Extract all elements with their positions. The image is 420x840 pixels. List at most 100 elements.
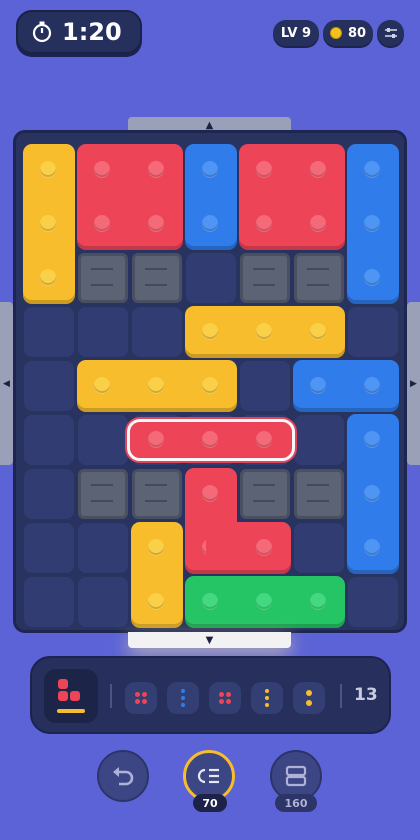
wall-tile bbox=[294, 253, 344, 303]
block-stud bbox=[364, 269, 380, 285]
block-stud bbox=[310, 215, 326, 231]
board-cell bbox=[186, 253, 236, 303]
block-stud bbox=[94, 161, 110, 177]
sort-cost: 70 bbox=[202, 796, 218, 810]
board-cell bbox=[24, 361, 74, 411]
board-cell bbox=[240, 361, 290, 411]
board-cell bbox=[24, 469, 74, 519]
blue-vertical-block-3[interactable] bbox=[347, 414, 399, 574]
layout-cost: 160 bbox=[284, 796, 308, 810]
level-label: LV 9 bbox=[280, 25, 312, 41]
board-cell bbox=[24, 307, 74, 357]
block-stud bbox=[364, 485, 380, 501]
block-stud bbox=[256, 323, 272, 339]
block-stud bbox=[202, 323, 218, 339]
level-badge: LV 9 bbox=[273, 20, 319, 46]
game-board bbox=[13, 130, 407, 633]
block-stud bbox=[202, 431, 218, 447]
block-stud bbox=[310, 377, 326, 393]
coin-value: 80 bbox=[347, 25, 367, 41]
red-square-block-1[interactable] bbox=[77, 144, 183, 250]
board-cell bbox=[78, 307, 128, 357]
block-stud bbox=[202, 161, 218, 177]
settings-sliders-icon bbox=[384, 28, 397, 38]
arrow-right-icon: ▶ bbox=[410, 378, 417, 389]
wall-tile bbox=[240, 253, 290, 303]
layout-cost-badge: 160 bbox=[275, 794, 317, 812]
block-stud bbox=[256, 431, 272, 447]
red-l-block-foot[interactable] bbox=[206, 522, 291, 574]
board-cell bbox=[132, 307, 182, 357]
block-stud bbox=[364, 161, 380, 177]
block-stud bbox=[364, 215, 380, 231]
block-stud bbox=[364, 539, 380, 555]
block-stud bbox=[256, 593, 272, 609]
block-stud bbox=[202, 377, 218, 393]
block-stud bbox=[256, 161, 272, 177]
queue-slot-red bbox=[125, 682, 157, 714]
red-square-block-2[interactable] bbox=[239, 144, 345, 250]
timer: 1:20 bbox=[16, 10, 142, 54]
block-stud bbox=[148, 161, 164, 177]
block-stud bbox=[148, 593, 164, 609]
wall-tile bbox=[78, 253, 128, 303]
arrow-left-icon: ◀ bbox=[3, 378, 10, 389]
block-stud bbox=[364, 377, 380, 393]
block-stud bbox=[256, 539, 272, 555]
block-stud bbox=[364, 431, 380, 447]
undo-button[interactable] bbox=[97, 750, 149, 802]
green-horizontal-block[interactable] bbox=[185, 576, 345, 628]
queue-divider bbox=[110, 684, 112, 708]
board-cell bbox=[348, 307, 398, 357]
sort-list-icon bbox=[197, 768, 219, 784]
block-stud bbox=[148, 431, 164, 447]
stopwatch-icon bbox=[32, 21, 52, 43]
board-cell bbox=[348, 577, 398, 627]
wall-tile bbox=[240, 469, 290, 519]
queue-remaining-count: 13 bbox=[354, 685, 378, 705]
block-stud bbox=[148, 377, 164, 393]
block-stud bbox=[256, 215, 272, 231]
red-horizontal-block-selected[interactable] bbox=[127, 419, 295, 461]
arrow-up-icon: ▲ bbox=[205, 119, 214, 131]
block-stud bbox=[94, 215, 110, 231]
board-cell bbox=[78, 523, 128, 573]
board-cell bbox=[24, 577, 74, 627]
block-stud bbox=[202, 593, 218, 609]
current-piece-slot bbox=[44, 669, 98, 723]
arrow-down-icon: ▼ bbox=[205, 634, 214, 646]
block-stud bbox=[148, 539, 164, 555]
coin-counter[interactable]: 80 bbox=[323, 20, 373, 46]
wall-tile bbox=[132, 253, 182, 303]
undo-icon bbox=[113, 767, 134, 786]
yellow-horizontal-block-2[interactable] bbox=[77, 360, 237, 412]
block-stud bbox=[40, 269, 56, 285]
yellow-horizontal-block-1[interactable] bbox=[185, 306, 345, 358]
block-stud bbox=[310, 323, 326, 339]
blue-vertical-block-1[interactable] bbox=[185, 144, 237, 250]
blue-horizontal-block[interactable] bbox=[293, 360, 399, 412]
exit-gate-right: ▶ bbox=[407, 302, 420, 465]
yellow-vertical-block-1[interactable] bbox=[23, 144, 75, 304]
queue-slot-blue bbox=[167, 682, 199, 714]
block-stud bbox=[40, 161, 56, 177]
board-cell bbox=[294, 415, 344, 465]
queue-slot-red-2 bbox=[209, 682, 241, 714]
block-stud bbox=[40, 215, 56, 231]
wall-tile bbox=[294, 469, 344, 519]
queue-slot-yellow bbox=[251, 682, 283, 714]
block-stud bbox=[148, 215, 164, 231]
board-cell bbox=[294, 523, 344, 573]
board-cell bbox=[78, 415, 128, 465]
board-cell bbox=[24, 415, 74, 465]
block-stud bbox=[94, 377, 110, 393]
exit-gate-bottom: ▼ bbox=[128, 632, 291, 648]
settings-button[interactable] bbox=[377, 20, 404, 46]
yellow-vertical-block-2[interactable] bbox=[131, 522, 183, 628]
wall-tile bbox=[132, 469, 182, 519]
wall-tile bbox=[78, 469, 128, 519]
queue-divider-2 bbox=[340, 684, 342, 708]
block-queue: 13 bbox=[30, 656, 391, 734]
blue-vertical-block-2[interactable] bbox=[347, 144, 399, 304]
coin-icon bbox=[329, 27, 342, 39]
